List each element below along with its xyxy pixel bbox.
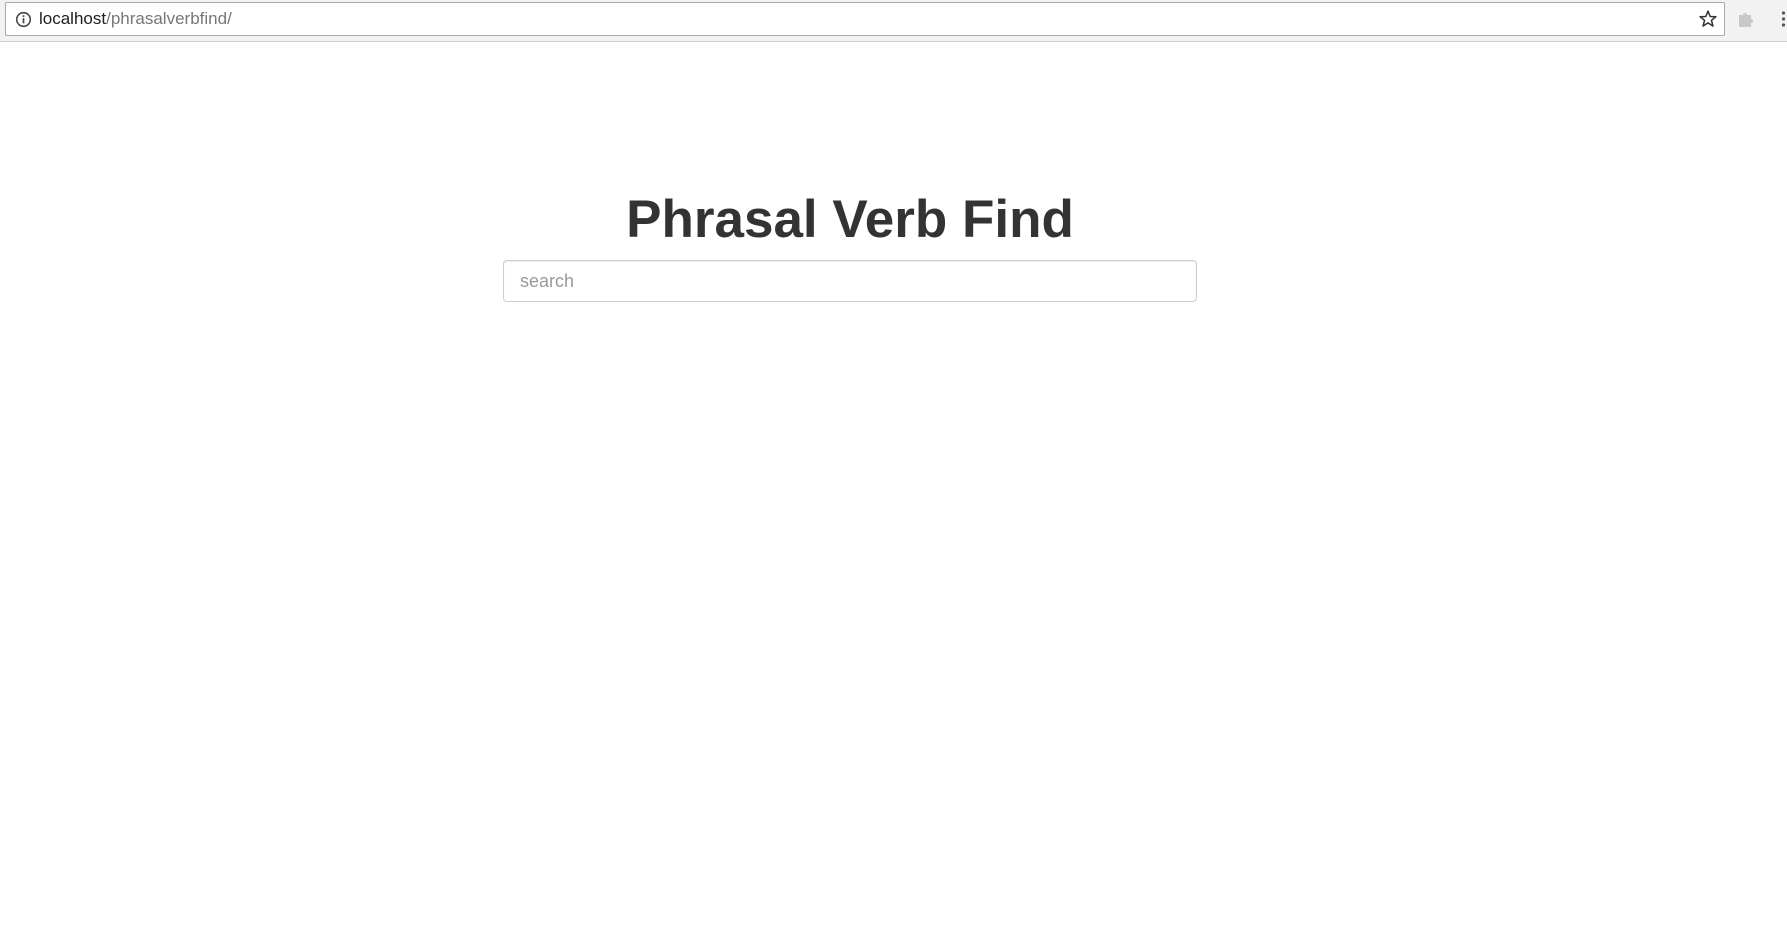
url-text[interactable]: localhost/phrasalverbfind/ xyxy=(39,3,232,35)
menu-icon[interactable] xyxy=(1780,9,1787,29)
star-icon[interactable] xyxy=(1698,9,1718,29)
url-host: localhost xyxy=(39,9,107,28)
url-path: /phrasalverbfind/ xyxy=(106,9,232,28)
browser-toolbar: localhost/phrasalverbfind/ xyxy=(0,0,1787,42)
page-title: Phrasal Verb Find xyxy=(626,190,1074,249)
address-bar[interactable]: localhost/phrasalverbfind/ xyxy=(5,2,1725,36)
search-input[interactable] xyxy=(503,260,1197,302)
puzzle-icon[interactable] xyxy=(1736,9,1756,29)
info-icon[interactable] xyxy=(15,11,32,28)
